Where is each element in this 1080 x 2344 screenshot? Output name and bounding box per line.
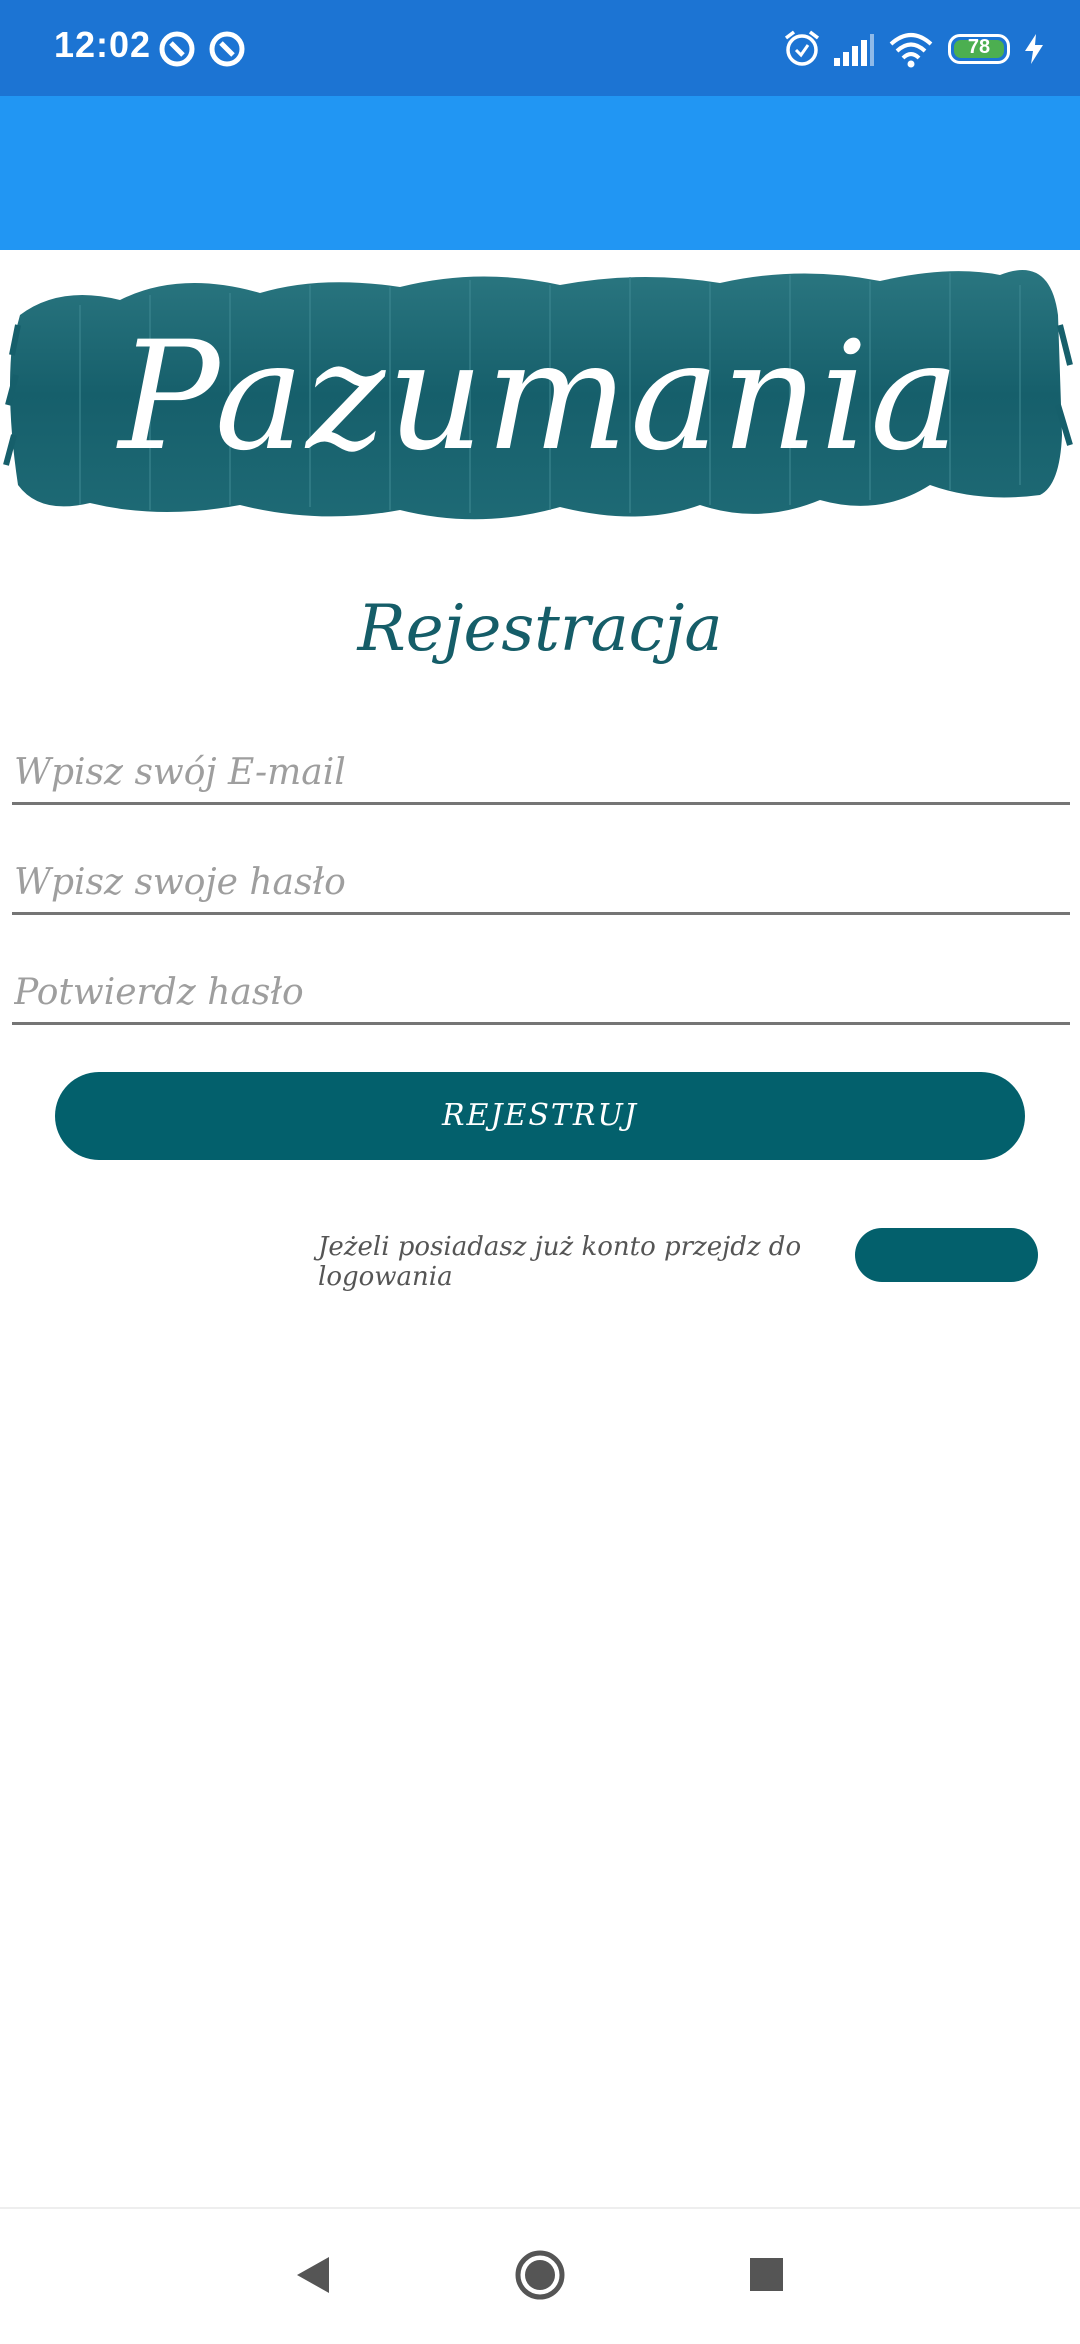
notification-icon	[159, 31, 195, 67]
recents-button[interactable]	[706, 2209, 826, 2340]
logo-text: Pazumania	[118, 310, 962, 484]
email-input[interactable]	[12, 751, 1074, 794]
signal-icon	[834, 34, 874, 66]
app-bar	[0, 96, 1080, 250]
password-input[interactable]	[12, 861, 1074, 904]
confirm-password-field[interactable]	[12, 952, 1074, 1025]
login-hint: Jeżeli posiadasz już konto przejdz do lo…	[318, 1232, 802, 1292]
wifi-icon	[889, 33, 933, 68]
password-field[interactable]	[12, 842, 1074, 915]
charging-icon	[1025, 34, 1043, 64]
logo: Pazumania	[0, 255, 1080, 565]
page-title: Rejestracja	[357, 592, 723, 666]
confirm-password-input[interactable]	[12, 971, 1074, 1014]
alarm-icon	[784, 30, 820, 66]
recents-icon	[750, 2258, 783, 2291]
home-button[interactable]	[480, 2209, 600, 2340]
status-bar: 12:02 78	[0, 0, 1080, 96]
status-time: 12:02	[54, 24, 152, 65]
back-button[interactable]	[255, 2209, 375, 2340]
battery-icon: 78	[948, 34, 1010, 64]
notification-icon	[209, 31, 245, 67]
register-button[interactable]: REJESTRUJ	[55, 1072, 1025, 1160]
navigation-bar	[0, 2209, 1080, 2340]
home-icon	[515, 2250, 565, 2300]
login-button[interactable]	[855, 1228, 1038, 1282]
email-field[interactable]	[12, 732, 1074, 805]
back-icon	[297, 2257, 329, 2293]
battery-level: 78	[967, 36, 991, 58]
